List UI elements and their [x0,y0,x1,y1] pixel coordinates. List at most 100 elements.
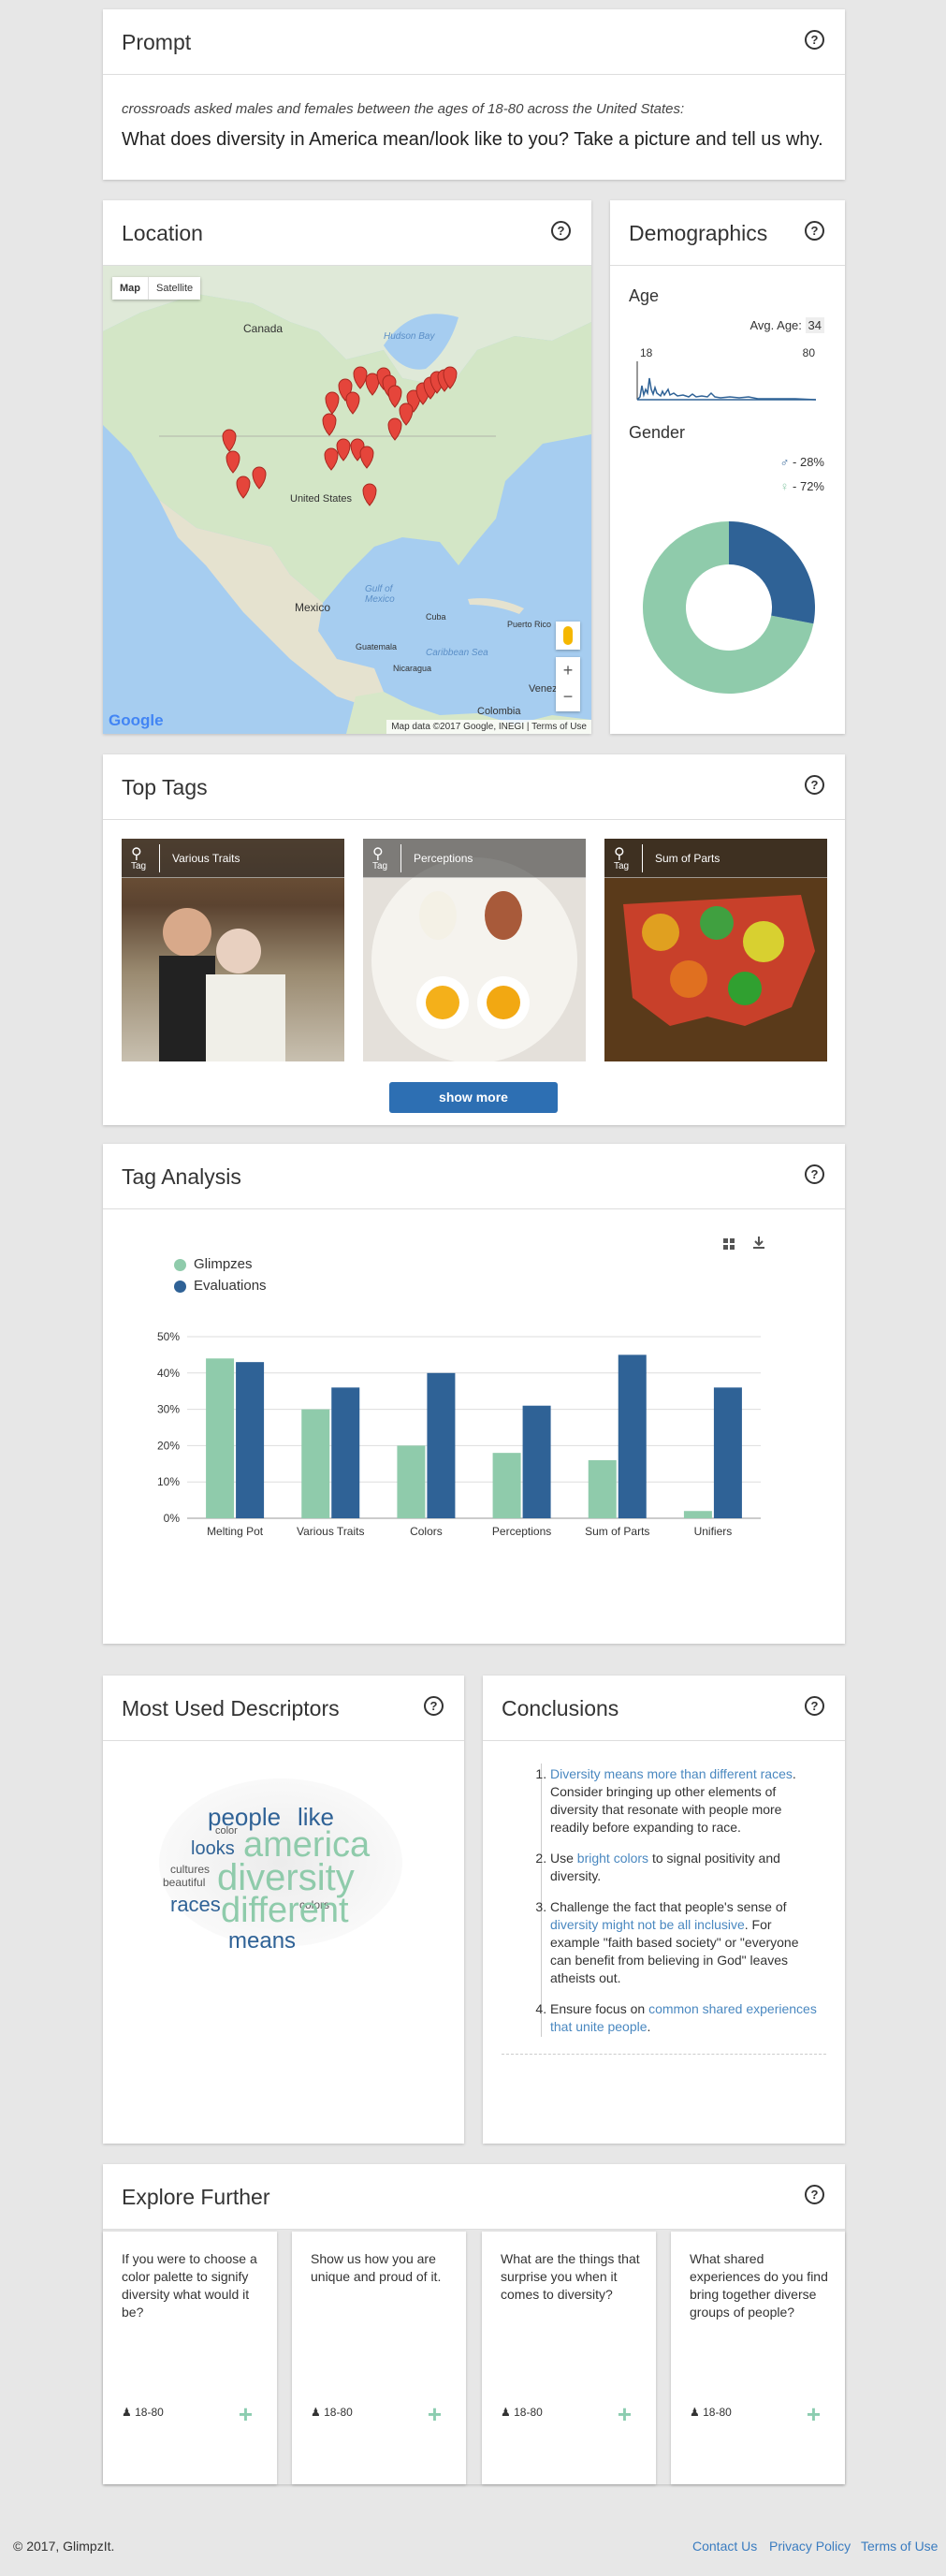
location-map[interactable]: Canada Hudson Bay United States Mexico G… [103,266,591,734]
conclusion-item: Diversity means more than different race… [550,1765,822,1837]
conclusion-text: . [647,2019,651,2034]
avg-age-value: 34 [805,317,824,333]
age-max: 80 [802,346,815,359]
help-icon[interactable]: ? [805,221,824,241]
x-tick-label: Colors [410,1525,443,1538]
tag-thumbnail[interactable]: ⚲ Tag Sum of Parts [604,839,827,1061]
map-marker [387,385,402,408]
conclusion-pre: Challenge the fact that people's sense o… [550,1899,787,1914]
y-tick-label: 30% [157,1403,180,1416]
prompt-subtitle: crossroads asked males and females betwe… [122,101,685,117]
help-icon[interactable]: ? [424,1696,444,1716]
female-percent: - 72% [793,479,824,493]
prompt-title: Prompt [122,30,192,54]
footer-contact-link[interactable]: Contact Us [692,2539,757,2554]
legend-glimpzes: Glimpzes [194,1256,253,1272]
explore-question-card[interactable]: What are the things that surprise you wh… [482,2232,656,2484]
y-tick-label: 0% [164,1512,181,1525]
map-button[interactable]: Map [112,277,149,300]
grid-view-icon[interactable] [723,1237,735,1250]
explore-question-card[interactable]: What shared experiences do you find brin… [671,2232,845,2484]
zoom-in-button[interactable]: + [556,657,580,683]
help-icon[interactable]: ? [805,775,824,795]
zoom-control: + − [556,657,580,711]
help-icon[interactable]: ? [805,1164,824,1184]
bar-glimpzes [301,1409,330,1518]
add-icon[interactable]: + [618,2400,632,2429]
download-icon[interactable] [752,1236,765,1249]
tag-name: Perceptions [414,852,473,865]
word-beautiful: beautiful [163,1876,206,1889]
male-stat: ♂ - 28% [780,455,824,469]
explore-question-card[interactable]: If you were to choose a color palette to… [103,2232,277,2484]
descriptors-header: Most Used Descriptors ? [103,1676,464,1741]
female-stat: ♀ - 72% [780,479,824,493]
conclusions-list: Diversity means more than different race… [550,1765,822,2049]
tag-thumbnail[interactable]: ⚲ Tag Perceptions [363,839,586,1061]
bar-evaluations [331,1387,360,1518]
conclusion-pre: Use [550,1851,577,1866]
add-icon[interactable]: + [428,2400,442,2429]
zoom-out-button[interactable]: − [556,683,580,710]
tag-thumbnail[interactable]: ⚲ Tag Various Traits [122,839,344,1061]
add-icon[interactable]: + [239,2400,253,2429]
footer-terms-link[interactable]: Terms of Use [861,2539,938,2554]
x-tick-label: Various Traits [297,1525,364,1538]
conclusion-highlight: Diversity means more than different race… [550,1766,793,1781]
legend-item: Glimpzes [174,1256,267,1272]
bar-evaluations [236,1362,265,1518]
help-icon[interactable]: ? [805,1696,824,1716]
bar-evaluations [618,1354,647,1518]
map-marker [226,450,240,474]
bar-glimpzes [683,1511,712,1518]
satellite-button[interactable]: Satellite [149,277,200,300]
map-markers [222,366,458,506]
age-range: ♟ 18-80 [122,2406,164,2419]
word-cultures: cultures [170,1863,211,1876]
map-marker [353,366,368,389]
pegman-icon[interactable] [556,622,580,650]
explore-question-card[interactable]: Show us how you are unique and proud of … [292,2232,466,2484]
show-more-button[interactable]: show more [389,1082,558,1113]
descriptors-title: Most Used Descriptors [122,1696,340,1720]
gender-label: Gender [629,423,686,442]
explore-question-text: What shared experiences do you find brin… [690,2251,828,2320]
help-icon[interactable]: ? [551,221,571,241]
conclusion-highlight: diversity might not be all inclusive [550,1917,745,1932]
y-tick-label: 20% [157,1439,180,1452]
male-percent: - 28% [793,455,824,469]
map-marker [325,391,340,415]
prompt-header: Prompt ? [103,9,845,75]
map-marker [345,391,360,415]
map-marker [362,483,377,506]
tag-analysis-card: Tag Analysis ? Glimpzes Evaluations 0% 10… [103,1144,845,1644]
explore-card: Explore Further ? If you were to choose … [103,2164,845,2484]
explore-question-text: If you were to choose a color palette to… [122,2251,257,2320]
word-means: means [228,1928,297,1954]
descriptors-card: Most Used Descriptors ? people like amer… [103,1676,464,2144]
explore-question-text: Show us how you are unique and proud of … [311,2251,442,2284]
location-title: Location [122,221,203,245]
bar-glimpzes [588,1459,617,1518]
conclusion-item: Use bright colors to signal positivity a… [550,1850,822,1885]
donut-slice-male [729,521,815,624]
word-color: color [215,1825,238,1837]
help-icon[interactable]: ? [805,30,824,50]
prompt-card: Prompt ? crossroads asked males and fema… [103,9,845,180]
add-icon[interactable]: + [807,2400,821,2429]
google-logo: Google [109,711,164,729]
tag-name: Sum of Parts [655,852,720,865]
footer-privacy-link[interactable]: Privacy Policy [769,2539,851,2554]
conclusions-title: Conclusions [502,1696,619,1720]
map-marker [387,417,402,441]
tag-analysis-bar-chart: 0% 10% 20% 30% 40% 50% Melting Pot Various Trai… [157,1330,761,1538]
help-icon[interactable]: ? [805,2185,824,2204]
x-tick-label: Melting Pot [207,1525,264,1538]
tag-bar: ⚲ Tag Various Traits [122,839,344,878]
bar-evaluations [427,1372,456,1518]
word-different: different [221,1891,349,1930]
location-card: Location ? Canada Hudson Bay United Stat… [103,200,591,734]
top-tags-header: Top Tags ? [103,754,845,820]
map-marker [252,466,267,490]
map-terms-link[interactable]: Terms of Use [531,722,587,732]
